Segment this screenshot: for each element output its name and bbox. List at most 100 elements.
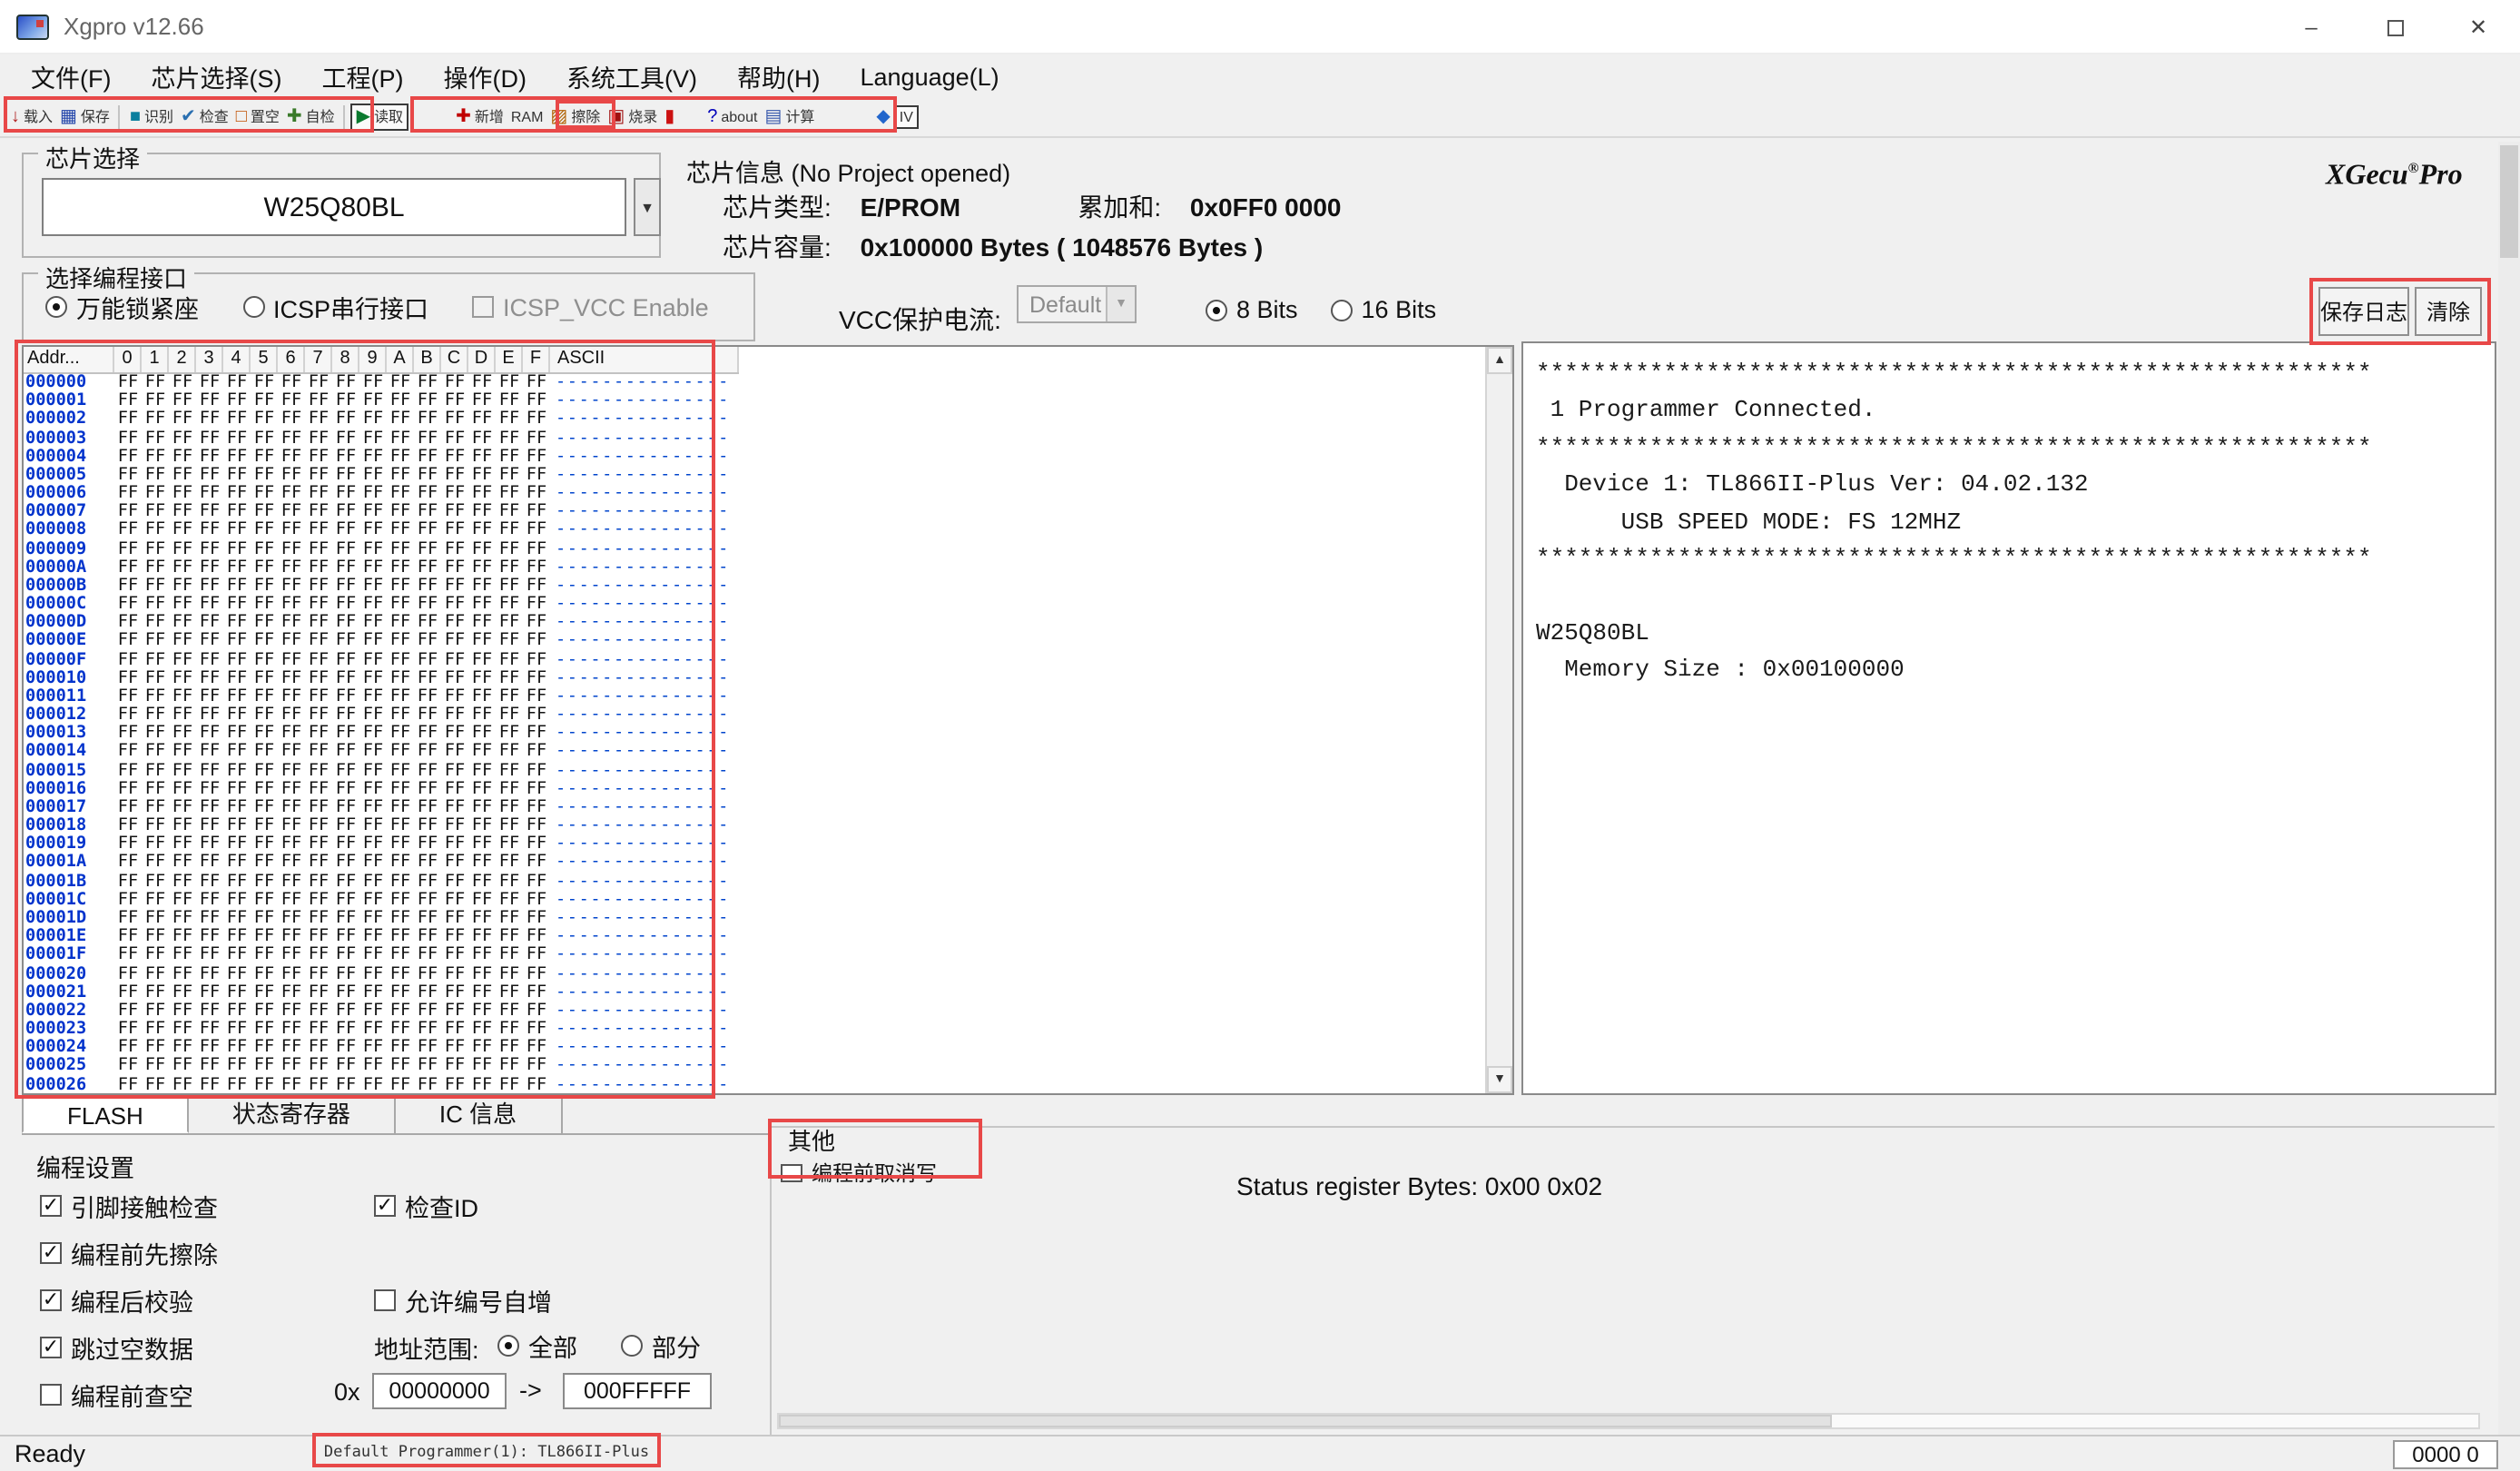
scroll-up-button[interactable]: ▲ (1487, 347, 1512, 374)
toolbar-blank-button[interactable]: □置空 (232, 105, 283, 129)
hex-row[interactable]: 000012FFFFFFFFFFFFFFFFFFFFFFFFFFFFFFFF--… (24, 706, 739, 725)
checkbox-erase-before[interactable]: ✓编程前先擦除 (40, 1235, 218, 1271)
toolbar-erase-button[interactable]: ▨擦除 (546, 105, 604, 129)
hex-row[interactable]: 00000AFFFFFFFFFFFFFFFFFFFFFFFFFFFFFFFF--… (24, 558, 739, 577)
menu-tools[interactable]: 系统工具(V) (546, 58, 717, 94)
hex-row[interactable]: 000014FFFFFFFFFFFFFFFFFFFFFFFFFFFFFFFF--… (24, 744, 739, 762)
menu-file[interactable]: 文件(F) (11, 58, 132, 94)
clear-log-button[interactable]: 清除 (2415, 287, 2482, 336)
hex-row[interactable]: 000018FFFFFFFFFFFFFFFFFFFFFFFFFFFFFFFF--… (24, 817, 739, 835)
hex-row[interactable]: 00000CFFFFFFFFFFFFFFFFFFFFFFFFFFFFFFFF--… (24, 596, 739, 614)
checkbox-cancel-write-protect[interactable]: 编程前取消写 (781, 1159, 937, 1188)
checkbox-verify-after[interactable]: ✓编程后校验 (40, 1282, 193, 1318)
hex-row[interactable]: 000010FFFFFFFFFFFFFFFFFFFFFFFFFFFFFFFF--… (24, 670, 739, 688)
hex-row[interactable]: 000017FFFFFFFFFFFFFFFFFFFFFFFFFFFFFFFF--… (24, 799, 739, 817)
toolbar-save-button[interactable]: ▦保存 (56, 105, 113, 129)
hex-row[interactable]: 000005FFFFFFFFFFFFFFFFFFFFFFFFFFFFFFFF--… (24, 467, 739, 485)
tab-ic-info[interactable]: IC 信息 (396, 1097, 562, 1133)
save-log-button[interactable]: 保存日志 (2318, 287, 2409, 336)
toolbar-calc-button[interactable]: ▤计算 (761, 105, 818, 129)
toolbar-detect-button[interactable]: ■识别 (126, 105, 177, 129)
radio-universal-socket[interactable]: 万能锁紧座 (45, 289, 199, 325)
radio-8-bits[interactable]: 8 Bits (1206, 296, 1298, 323)
hex-row[interactable]: 000015FFFFFFFFFFFFFFFFFFFFFFFFFFFFFFFF--… (24, 762, 739, 780)
checkbox-icon (40, 1384, 62, 1406)
vcc-current-combo[interactable]: Default ▼ (1017, 285, 1137, 323)
radio-16-bits[interactable]: 16 Bits (1331, 296, 1437, 323)
hex-row[interactable]: 00000EFFFFFFFFFFFFFFFFFFFFFFFFFFFFFFFF--… (24, 633, 739, 651)
hex-row[interactable]: 00001EFFFFFFFFFFFFFFFFFFFFFFFFFFFFFFFF--… (24, 928, 739, 946)
menu-chip-select[interactable]: 芯片选择(S) (132, 58, 302, 94)
window-scrollbar[interactable] (2498, 142, 2520, 1435)
hex-row[interactable]: 000007FFFFFFFFFFFFFFFFFFFFFFFFFFFFFFFF--… (24, 503, 739, 521)
hex-row[interactable]: 000001FFFFFFFFFFFFFFFFFFFFFFFFFFFFFFFF--… (24, 392, 739, 410)
checkbox-blank-check-before[interactable]: 编程前查空 (40, 1377, 193, 1413)
toolbar-redbar-button[interactable]: ▮ (661, 106, 678, 128)
toolbar-new-button[interactable]: ✚新增 (452, 105, 507, 129)
radio-icsp-port[interactable]: ICSP串行接口 (242, 289, 428, 325)
address-to-input[interactable]: 000FFFFF (563, 1373, 712, 1409)
menu-help[interactable]: 帮助(H) (717, 58, 841, 94)
close-button[interactable]: ✕ (2436, 0, 2520, 54)
checkbox-check-id[interactable]: ✓检查ID (374, 1188, 478, 1224)
hex-row[interactable]: 00000DFFFFFFFFFFFFFFFFFFFFFFFFFFFFFFFF--… (24, 614, 739, 632)
hex-row[interactable]: 000002FFFFFFFFFFFFFFFFFFFFFFFFFFFFFFFF--… (24, 411, 739, 429)
checkbox-icsp-vcc-enable[interactable]: ICSP_VCC Enable (472, 293, 709, 321)
minimize-button[interactable]: – (2269, 0, 2353, 54)
hex-row[interactable]: 000000FFFFFFFFFFFFFFFFFFFFFFFFFFFFFFFF--… (24, 374, 739, 392)
hex-row[interactable]: 000021FFFFFFFFFFFFFFFFFFFFFFFFFFFFFFFF--… (24, 983, 739, 1002)
hex-row[interactable]: 000008FFFFFFFFFFFFFFFFFFFFFFFFFFFFFFFF--… (24, 522, 739, 540)
menu-language[interactable]: Language(L) (841, 63, 1019, 90)
hex-row[interactable]: 000019FFFFFFFFFFFFFFFFFFFFFFFFFFFFFFFF--… (24, 836, 739, 854)
hex-editor[interactable]: Addr...0123456789ABCDEFASCII 000000FFFFF… (22, 345, 1514, 1095)
chip-select-dropdown-button[interactable]: ▼ (634, 178, 661, 236)
radio-range-part[interactable]: 部分 (621, 1328, 701, 1364)
hex-row[interactable]: 000024FFFFFFFFFFFFFFFFFFFFFFFFFFFFFFFF--… (24, 1039, 739, 1057)
hex-row[interactable]: 00001AFFFFFFFFFFFFFFFFFFFFFFFFFFFFFFFF--… (24, 854, 739, 873)
hex-row[interactable]: 000020FFFFFFFFFFFFFFFFFFFFFFFFFFFFFFFF--… (24, 965, 739, 983)
checkbox-skip-blank[interactable]: ✓跳过空数据 (40, 1329, 193, 1366)
maximize-button[interactable] (2353, 0, 2436, 54)
hex-row[interactable]: 00001DFFFFFFFFFFFFFFFFFFFFFFFFFFFFFFFF--… (24, 910, 739, 928)
address-from-input[interactable]: 00000000 (372, 1373, 507, 1409)
hex-row[interactable]: 000004FFFFFFFFFFFFFFFFFFFFFFFFFFFFFFFF--… (24, 448, 739, 466)
radio-range-all[interactable]: 全部 (497, 1328, 577, 1364)
toolbar-load-button[interactable]: ↓载入 (7, 105, 56, 129)
scrollbar-thumb[interactable] (779, 1415, 1833, 1427)
tab-flash[interactable]: FLASH (22, 1097, 189, 1133)
hex-row[interactable]: 000006FFFFFFFFFFFFFFFFFFFFFFFFFFFFFFFF--… (24, 485, 739, 503)
toolbar-read-button[interactable]: ▶读取 (351, 104, 409, 131)
hex-row[interactable]: 000009FFFFFFFFFFFFFFFFFFFFFFFFFFFFFFFF--… (24, 540, 739, 558)
hex-row[interactable]: 000023FFFFFFFFFFFFFFFFFFFFFFFFFFFFFFFF--… (24, 1021, 739, 1039)
toolbar-selftest-button[interactable]: ✚自检 (283, 105, 339, 129)
hex-row[interactable]: 00000BFFFFFFFFFFFFFFFFFFFFFFFFFFFFFFFF--… (24, 578, 739, 596)
hex-row[interactable]: 000013FFFFFFFFFFFFFFFFFFFFFFFFFFFFFFFF--… (24, 726, 739, 744)
hex-row[interactable]: 00001FFFFFFFFFFFFFFFFFFFFFFFFFFFFFFFFF--… (24, 947, 739, 965)
hex-row[interactable]: 00001CFFFFFFFFFFFFFFFFFFFFFFFFFFFFFFFF--… (24, 892, 739, 910)
hex-row[interactable]: 00001BFFFFFFFFFFFFFFFFFFFFFFFFFFFFFFFF--… (24, 873, 739, 891)
window-scrollbar-thumb[interactable] (2500, 145, 2518, 258)
checkbox-auto-increment[interactable]: 允许编号自增 (374, 1282, 552, 1318)
hex-row[interactable]: 000003FFFFFFFFFFFFFFFFFFFFFFFFFFFFFFFF--… (24, 429, 739, 448)
toolbar-about-button[interactable]: ?about (704, 106, 761, 128)
toolbar-check-button[interactable]: ✔检查 (177, 105, 232, 129)
scroll-down-button[interactable]: ▼ (1487, 1066, 1512, 1093)
hex-row[interactable]: 000016FFFFFFFFFFFFFFFFFFFFFFFFFFFFFFFF--… (24, 781, 739, 799)
hex-scrollbar[interactable]: ▲ ▼ (1485, 347, 1512, 1093)
hex-row[interactable]: 000011FFFFFFFFFFFFFFFFFFFFFFFFFFFFFFFF--… (24, 688, 739, 706)
checkbox-pin-check[interactable]: ✓引脚接触检查 (40, 1188, 218, 1224)
toolbar-logic-button[interactable]: ◆ (872, 106, 893, 128)
horizontal-scrollbar[interactable] (777, 1413, 2480, 1429)
menu-project[interactable]: 工程(P) (302, 58, 424, 94)
hex-row[interactable]: 000026FFFFFFFFFFFFFFFFFFFFFFFFFFFFFFFF--… (24, 1076, 739, 1094)
hex-row[interactable]: 00000FFFFFFFFFFFFFFFFFFFFFFFFFFFFFFFFF--… (24, 651, 739, 669)
hex-row[interactable]: 000022FFFFFFFFFFFFFFFFFFFFFFFFFFFFFFFF--… (24, 1002, 739, 1021)
toolbar-iv-button[interactable]: IV (894, 105, 919, 129)
tab-status-register[interactable]: 状态寄存器 (189, 1097, 396, 1133)
menu-operation[interactable]: 操作(D) (424, 58, 547, 94)
toolbar-program-button[interactable]: ▣烧录 (604, 105, 661, 129)
hex-header-cell: B (414, 347, 441, 372)
hex-row[interactable]: 000025FFFFFFFFFFFFFFFFFFFFFFFFFFFFFFFF--… (24, 1058, 739, 1076)
chip-select-combo[interactable]: W25Q80BL (42, 178, 626, 236)
toolbar-ram-button[interactable]: RAM (507, 107, 547, 127)
